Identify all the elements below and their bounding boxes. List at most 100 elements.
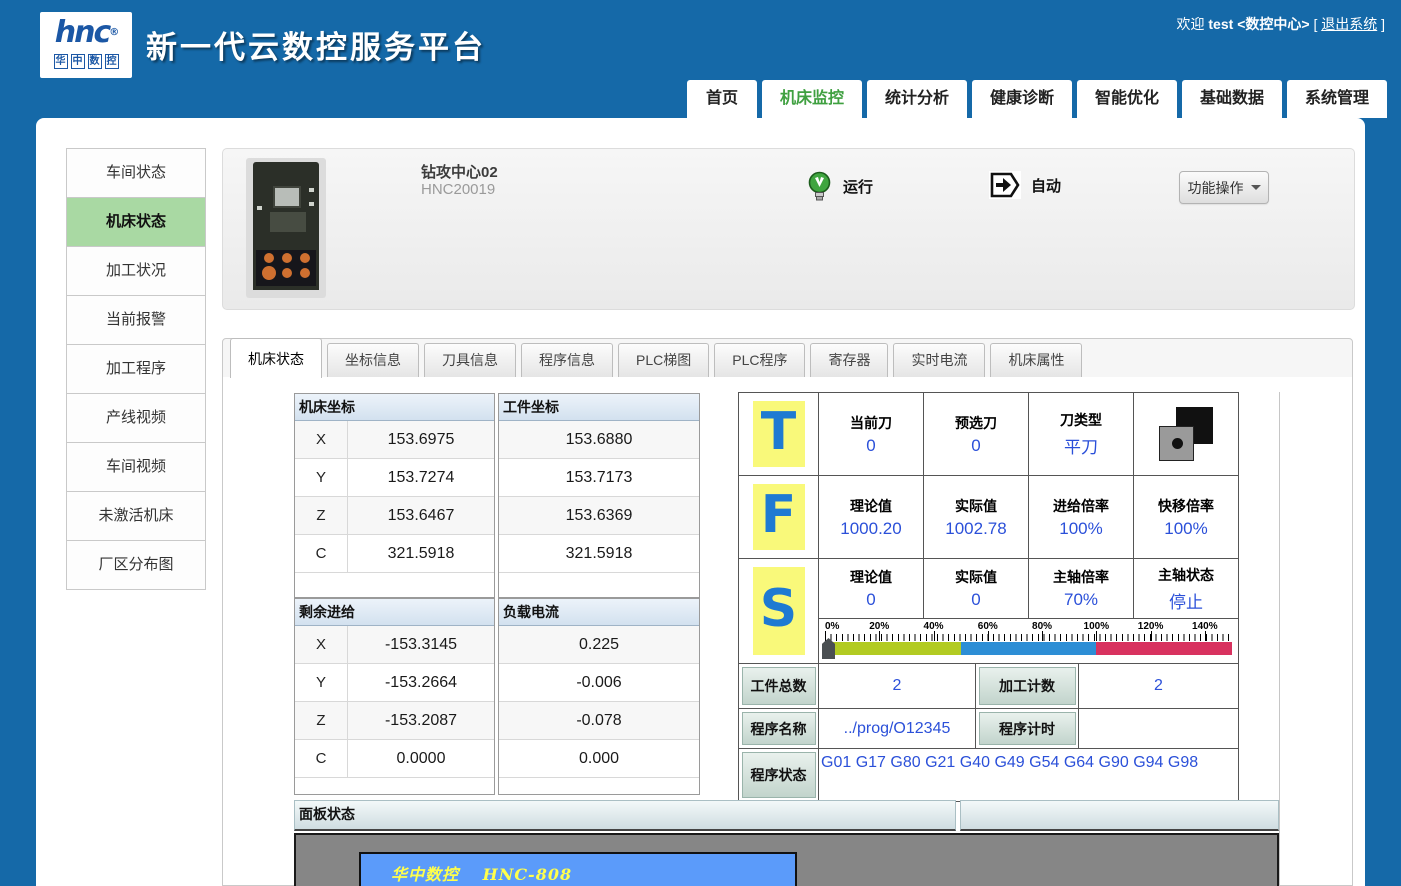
machine-photo	[246, 158, 326, 298]
cell-value: 1002.78	[945, 519, 1006, 539]
nav-tab-smart-optimization[interactable]: 智能优化	[1077, 80, 1177, 118]
gauge-segment-high	[1096, 642, 1232, 655]
sidebar-item-processing-status[interactable]: 加工状况	[66, 246, 206, 296]
run-status-label: 运行	[843, 176, 873, 197]
machine-coordinate-table: 机床坐标 X153.6975 Y153.7274 Z153.6467 C321.…	[294, 393, 495, 598]
axis-value: 321.5918	[348, 535, 494, 572]
sidebar-item-current-alarm[interactable]: 当前报警	[66, 295, 206, 345]
gauge-scale: 0% 20% 40% 60% 80% 100% 120% 140%	[825, 621, 1232, 662]
cell-label: 程序状态	[742, 752, 816, 798]
auto-mode-icon	[989, 171, 1021, 199]
flat-tool-icon	[1157, 405, 1215, 463]
table-row: C0.0000	[295, 740, 494, 778]
nav-tab-health-diagnosis[interactable]: 健康诊断	[972, 80, 1072, 118]
table-row: Z-153.2087	[295, 702, 494, 740]
feed-theoretical-cell: 理论值1000.20	[819, 476, 924, 559]
axis-value: 0.000	[499, 740, 699, 777]
panel-status-header-spacer	[960, 800, 1279, 831]
tool-type-cell: 刀类型平刀	[1029, 393, 1134, 476]
gauge-major-tick	[988, 631, 989, 641]
table-row: Y-153.2664	[295, 664, 494, 702]
program-info-grid: 工件总数 2 加工计数 2 程序名称 ../prog/O12345 程序计时 程…	[738, 664, 1239, 802]
current-tool-cell: 当前刀 0	[819, 393, 924, 476]
table-header: 负载电流	[499, 599, 699, 626]
axis-label: C	[295, 740, 348, 777]
letter-s: S	[753, 567, 805, 655]
function-operations-button[interactable]: 功能操作	[1179, 171, 1269, 204]
sidebar-item-machine-status[interactable]: 机床状态	[66, 197, 206, 247]
hnc-logo: hnc® 华中数控	[40, 12, 132, 78]
letter-t: T	[753, 401, 805, 467]
machine-control-panel	[270, 212, 306, 232]
machine-mesh	[256, 250, 316, 286]
cnc-device-label: 华中数控 HNC-808	[359, 852, 797, 886]
axis-label: X	[295, 626, 348, 663]
machine-knob	[262, 266, 276, 280]
sidebar-item-factory-map[interactable]: 厂区分布图	[66, 540, 206, 590]
hnc-logo-text: 华中数控	[40, 54, 132, 69]
cell-label: 主轴状态	[1158, 565, 1214, 585]
subtab-realtime-current[interactable]: 实时电流	[893, 343, 985, 377]
logout-link[interactable]: 退出系统	[1321, 16, 1377, 32]
empty-row	[499, 573, 699, 597]
tfs-status-panel: T 当前刀0 预选刀0 刀类型平刀 F 理论值1000.20 实际值1002.7…	[738, 392, 1239, 802]
table-row: 0.000	[499, 740, 699, 778]
gauge-major-tick	[1151, 631, 1152, 641]
nav-tab-home[interactable]: 首页	[687, 80, 757, 118]
machine-button	[309, 188, 314, 192]
sidebar: 车间状态 机床状态 加工状况 当前报警 加工程序 产线视频 车间视频 未激活机床…	[66, 148, 206, 590]
main-nav: 首页 机床监控 统计分析 健康诊断 智能优化 基础数据 系统管理	[687, 80, 1387, 118]
table-row: X153.6975	[295, 421, 494, 459]
nav-tab-base-data[interactable]: 基础数据	[1182, 80, 1282, 118]
program-timer-value	[1079, 709, 1239, 749]
subtab-tool-info[interactable]: 刀具信息	[424, 343, 516, 377]
table-row: 153.6369	[499, 497, 699, 535]
cell-value: 0	[866, 436, 875, 456]
nav-tab-machine-monitor[interactable]: 机床监控	[762, 80, 862, 118]
gauge-major-tick	[825, 631, 826, 641]
cell-value: 停止	[1169, 588, 1203, 613]
cell-label: 实际值	[955, 496, 997, 516]
subtab-coordinate-info[interactable]: 坐标信息	[327, 343, 419, 377]
subtab-plc-program[interactable]: PLC程序	[714, 343, 805, 377]
gauge-tick-label: 0%	[825, 621, 839, 632]
nav-tab-statistics[interactable]: 统计分析	[867, 80, 967, 118]
axis-value: 153.7274	[348, 459, 494, 496]
axis-value: 153.6975	[348, 421, 494, 458]
subtab-machine-status[interactable]: 机床状态	[230, 338, 322, 378]
spindle-override-gauge: 0% 20% 40% 60% 80% 100% 120% 140%	[819, 619, 1239, 664]
sidebar-item-workshop-status[interactable]: 车间状态	[66, 148, 206, 198]
program-status-gcodes: G01 G17 G80 G21 G40 G49 G54 G64 G90 G94 …	[819, 749, 1239, 802]
page-title: 新一代云数控服务平台	[146, 22, 486, 67]
cell-label: 理论值	[850, 567, 892, 587]
subtab-register[interactable]: 寄存器	[810, 343, 888, 377]
program-timer-label-cell: 程序计时	[976, 709, 1079, 749]
axis-value: 153.7173	[499, 459, 699, 496]
coordinate-table-group: 机床坐标 X153.6975 Y153.7274 Z153.6467 C321.…	[294, 393, 700, 598]
table-row: Z153.6467	[295, 497, 494, 535]
caret-down-icon	[1251, 185, 1261, 190]
load-current-table: 负载电流 0.225 -0.006 -0.078 0.000	[498, 598, 700, 795]
subtab-machine-attributes[interactable]: 机床属性	[990, 343, 1082, 377]
sidebar-item-processing-program[interactable]: 加工程序	[66, 344, 206, 394]
work-coordinate-table: 工件坐标 153.6880 153.7173 153.6369 321.5918	[498, 393, 700, 598]
table-row: C321.5918	[295, 535, 494, 573]
nav-tab-system-management[interactable]: 系统管理	[1287, 80, 1387, 118]
machine-button	[257, 206, 262, 210]
machine-code: HNC20019	[421, 181, 495, 198]
cell-value: 平刀	[1064, 433, 1098, 458]
cell-label: 当前刀	[850, 413, 892, 433]
cell-value: 1000.20	[840, 519, 901, 539]
tool-type-icon-cell	[1134, 393, 1239, 476]
subtab-program-info[interactable]: 程序信息	[521, 343, 613, 377]
axis-value: -153.2664	[348, 664, 494, 701]
sidebar-item-inactive-machines[interactable]: 未激活机床	[66, 491, 206, 541]
gauge-major-tick	[934, 631, 935, 641]
sidebar-item-line-video[interactable]: 产线视频	[66, 393, 206, 443]
username: test	[1208, 16, 1233, 32]
axis-value: 153.6880	[499, 421, 699, 458]
gauge-minor-ticks	[825, 634, 1232, 641]
subtab-plc-ladder[interactable]: PLC梯图	[618, 343, 709, 377]
sidebar-item-workshop-video[interactable]: 车间视频	[66, 442, 206, 492]
machine-knob	[264, 253, 274, 263]
